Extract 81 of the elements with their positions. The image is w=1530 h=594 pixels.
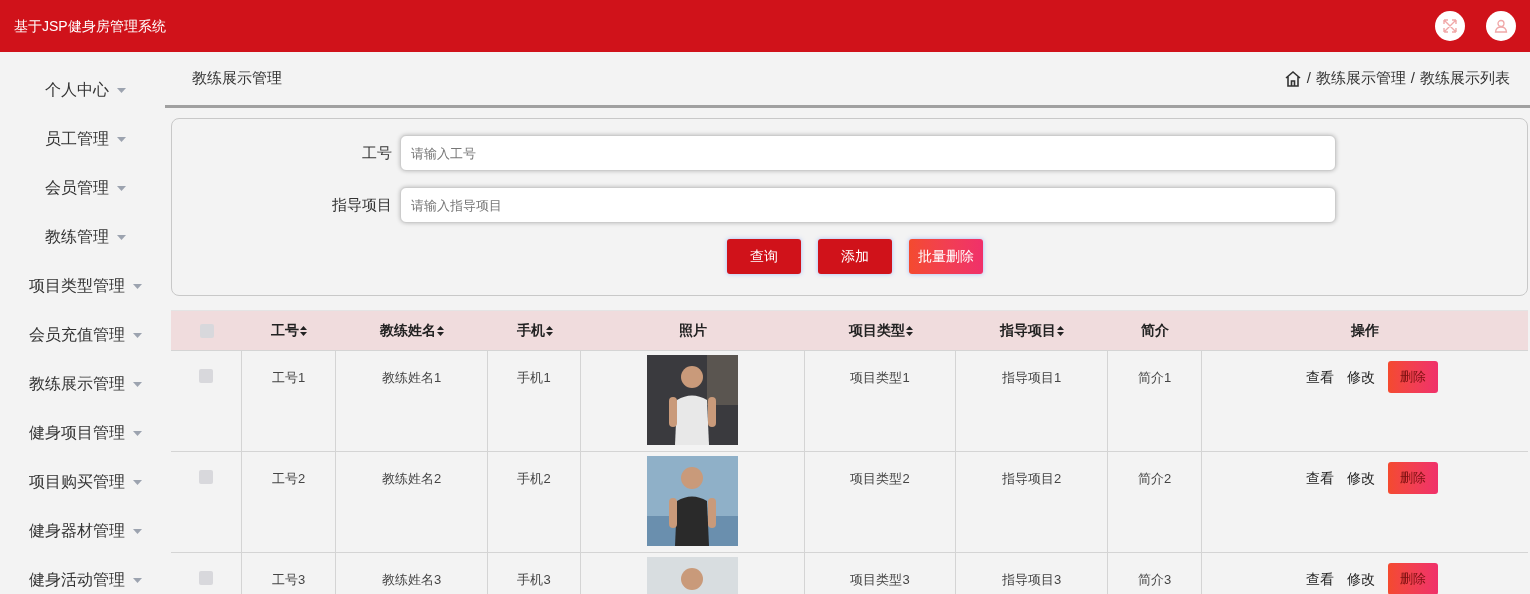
view-link[interactable]: 查看 xyxy=(1306,563,1334,594)
sort-icon[interactable] xyxy=(545,325,553,336)
field-label: 工号 xyxy=(361,142,393,163)
checkbox[interactable] xyxy=(199,369,213,383)
checkbox[interactable] xyxy=(199,470,213,484)
table-cell-text: 项目类型2 xyxy=(850,470,910,488)
user-button[interactable] xyxy=(1486,11,1516,41)
input-field[interactable]: 请输入指导项目 xyxy=(400,187,1336,223)
sidebar-item[interactable]: 项目购买管理 xyxy=(21,470,142,494)
fullscreen-button[interactable] xyxy=(1435,11,1465,41)
edit-link[interactable]: 修改 xyxy=(1347,462,1375,494)
expand-icon xyxy=(1443,19,1457,33)
table-cell-text: 手机2 xyxy=(517,470,551,488)
column-header: 教练姓名 xyxy=(380,321,436,340)
app-title: 基于JSP健身房管理系统 xyxy=(14,16,166,36)
table-cell-text: 项目类型3 xyxy=(850,571,910,589)
table-cell-text: 教练姓名1 xyxy=(381,369,442,387)
view-link[interactable]: 查看 xyxy=(1306,462,1334,494)
table-cell-text: 简介1 xyxy=(1137,369,1172,387)
column-header: 手机 xyxy=(516,321,545,340)
user-icon xyxy=(1494,19,1508,33)
column-header: 简介 xyxy=(1141,321,1169,340)
caret-down-icon xyxy=(133,430,142,436)
batch-delete-button[interactable]: 批量删除 xyxy=(908,239,983,274)
table-cell-text: 教练姓名2 xyxy=(381,470,442,488)
caret-down-icon xyxy=(117,234,126,240)
page-title: 教练展示管理 xyxy=(192,68,282,89)
table-cell-text: 指导项目3 xyxy=(1001,571,1062,589)
home-icon[interactable] xyxy=(1283,69,1302,88)
view-link[interactable]: 查看 xyxy=(1306,361,1334,393)
table-cell-text: 工号2 xyxy=(271,470,306,488)
caret-down-icon xyxy=(133,479,142,485)
caret-down-icon xyxy=(133,332,142,338)
table-cell-text: 工号1 xyxy=(271,369,306,387)
breadcrumb-separator: / xyxy=(1306,68,1311,89)
breadcrumb-separator: / xyxy=(1410,68,1415,89)
sort-icon[interactable] xyxy=(437,325,444,336)
sidebar-item[interactable]: 员工管理 xyxy=(37,127,126,151)
sidebar-item[interactable]: 健身器材管理 xyxy=(21,519,142,543)
sort-icon[interactable] xyxy=(1057,325,1064,336)
table-cell-text: 简介3 xyxy=(1137,571,1172,589)
caret-down-icon xyxy=(117,136,126,142)
edit-link[interactable]: 修改 xyxy=(1347,563,1375,594)
caret-down-icon xyxy=(117,87,126,93)
checkbox[interactable] xyxy=(199,323,214,338)
table-cell-text: 项目类型1 xyxy=(850,369,910,387)
input-field[interactable]: 请输入工号 xyxy=(400,135,1336,171)
table-cell-text: 简介2 xyxy=(1137,470,1172,488)
sort-icon[interactable] xyxy=(300,325,307,336)
caret-down-icon xyxy=(117,185,126,191)
caret-down-icon xyxy=(133,283,142,289)
column-header: 工号 xyxy=(271,321,299,340)
field-label: 指导项目 xyxy=(331,194,393,215)
sidebar-item[interactable]: 项目类型管理 xyxy=(21,274,142,298)
table-cell-text: 手机1 xyxy=(517,369,551,387)
caret-down-icon xyxy=(133,528,142,534)
sidebar-item[interactable]: 会员管理 xyxy=(37,176,126,200)
sidebar-item[interactable]: 教练管理 xyxy=(37,225,126,249)
column-header: 照片 xyxy=(679,321,707,340)
action-button[interactable]: 添加 xyxy=(817,239,892,274)
table-cell-text: 教练姓名3 xyxy=(381,571,442,589)
caret-down-icon xyxy=(133,381,142,387)
breadcrumb-link[interactable]: 教练展示管理 xyxy=(1315,67,1406,90)
checkbox[interactable] xyxy=(199,571,213,585)
action-button[interactable]: 查询 xyxy=(726,239,801,274)
edit-link[interactable]: 修改 xyxy=(1347,361,1375,393)
table-cell-text: 手机3 xyxy=(517,571,551,589)
sidebar-item[interactable]: 个人中心 xyxy=(37,78,126,102)
sort-icon[interactable] xyxy=(905,325,913,336)
caret-down-icon xyxy=(133,577,142,583)
sidebar-item[interactable]: 教练展示管理 xyxy=(21,372,142,396)
sidebar-item[interactable]: 会员充值管理 xyxy=(21,323,142,347)
column-header: 操作 xyxy=(1351,321,1379,340)
column-header: 指导项目 xyxy=(1000,321,1056,340)
breadcrumb-link[interactable]: 教练展示列表 xyxy=(1420,67,1510,90)
sidebar-item[interactable]: 健身活动管理 xyxy=(21,568,142,592)
table-cell-text: 指导项目2 xyxy=(1001,470,1062,488)
table-cell-text: 指导项目1 xyxy=(1001,369,1062,387)
column-header: 项目类型 xyxy=(848,321,905,340)
sidebar-item[interactable]: 健身项目管理 xyxy=(21,421,142,445)
table-cell-text: 工号3 xyxy=(271,571,306,589)
